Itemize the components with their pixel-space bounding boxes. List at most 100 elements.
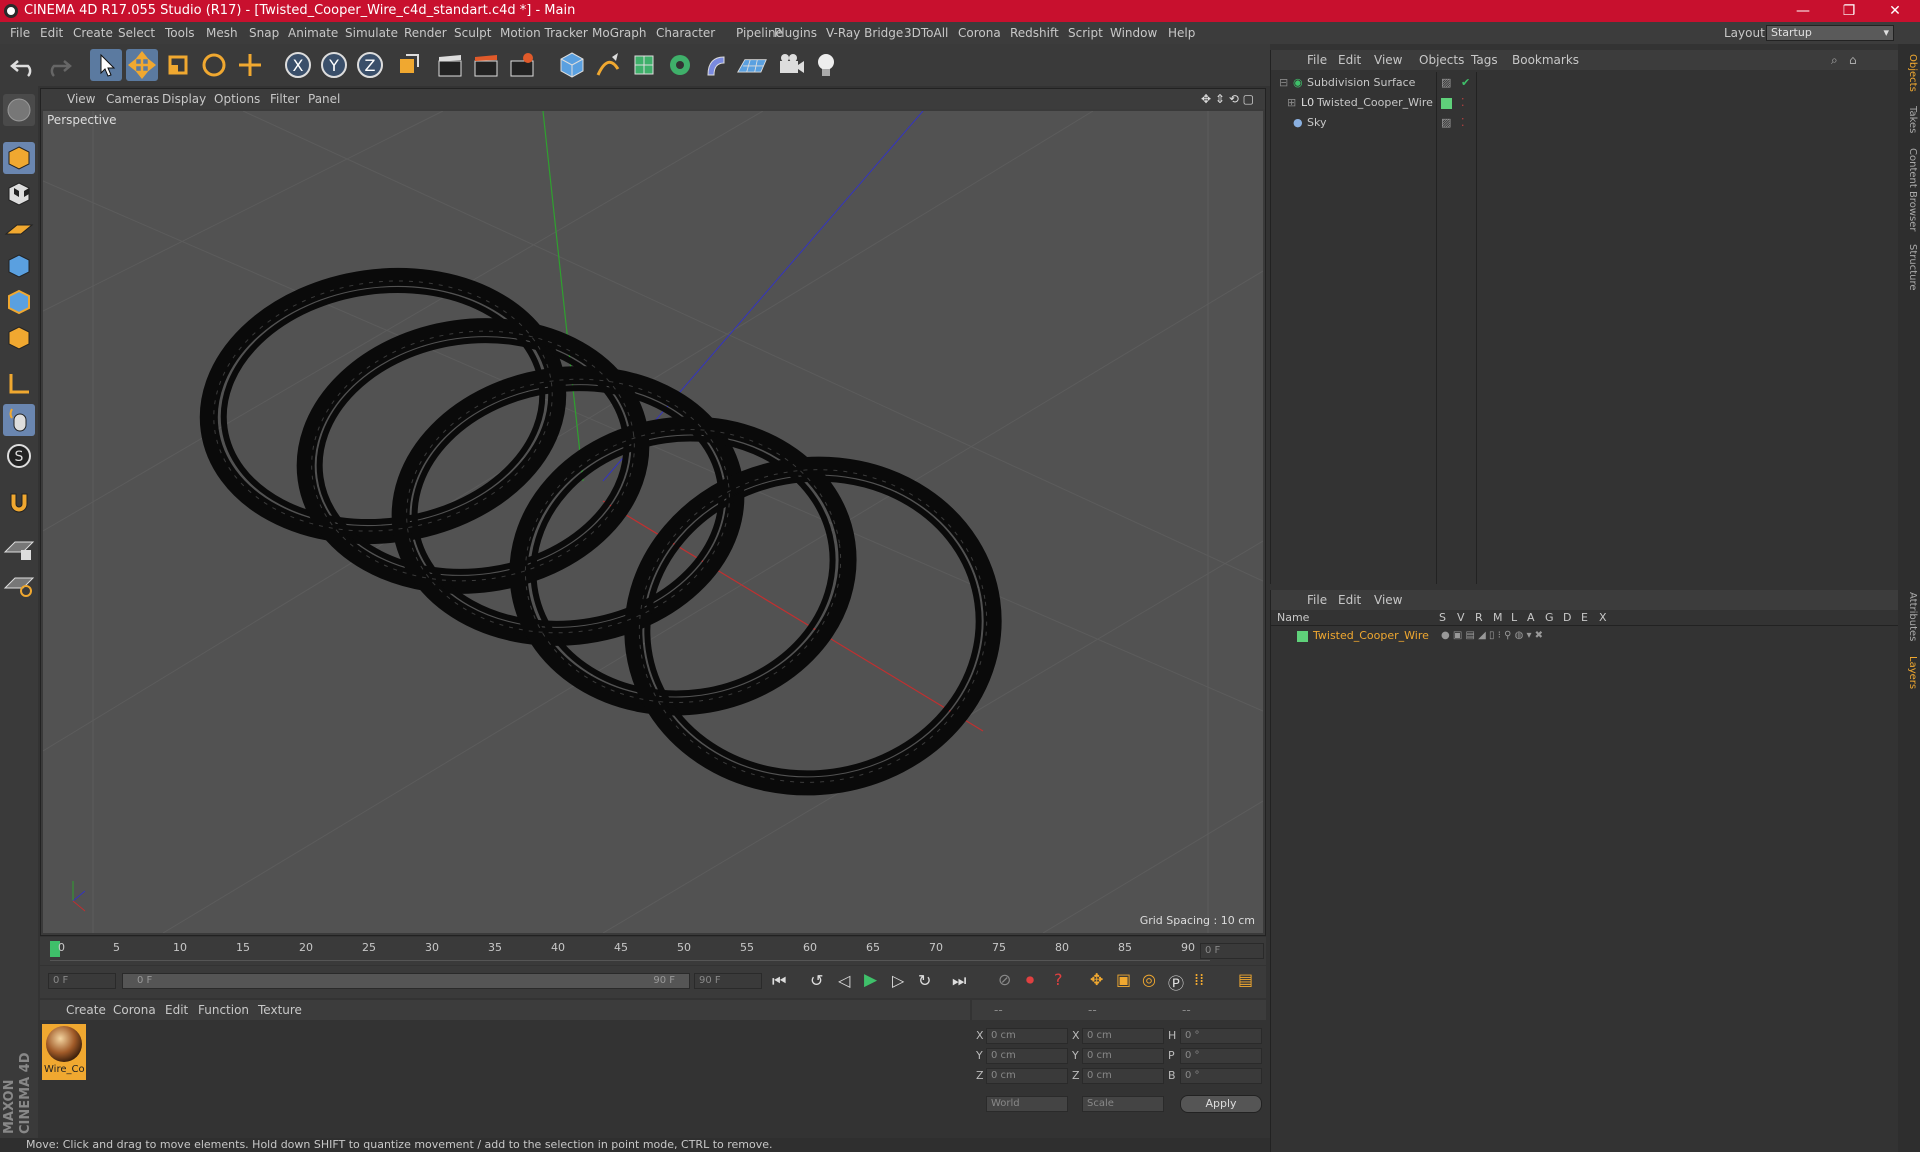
y-axis-button[interactable]: Y xyxy=(318,49,350,81)
position-x-field[interactable]: 0 cm xyxy=(986,1028,1068,1044)
snap-button[interactable] xyxy=(3,486,35,518)
rotation-b-field[interactable]: 0 ° xyxy=(1180,1068,1262,1084)
record-keys-icon[interactable]: ⊘ xyxy=(998,970,1011,989)
position-z-field[interactable]: 0 cm xyxy=(986,1068,1068,1084)
visibility-dots-icon[interactable]: ⁚ xyxy=(1461,94,1465,112)
side-tab-layers[interactable]: Layers xyxy=(1900,656,1918,689)
camera-button[interactable] xyxy=(776,49,808,81)
layout-dropdown[interactable]: Startup ▾ xyxy=(1766,25,1894,41)
pen-spline-button[interactable] xyxy=(592,49,624,81)
size-y-field[interactable]: 0 cm xyxy=(1082,1048,1164,1064)
rotation-h-field[interactable]: 0 ° xyxy=(1180,1028,1262,1044)
menu-window[interactable]: Window xyxy=(1110,22,1157,44)
timeline-window-icon[interactable]: ▤ xyxy=(1238,970,1253,989)
menu-render[interactable]: Render xyxy=(404,22,447,44)
menu-animate[interactable]: Animate xyxy=(288,22,338,44)
rotate-tool-button[interactable] xyxy=(198,49,230,81)
workplane-mode-button[interactable] xyxy=(3,214,35,246)
coordinate-mode-dropdown[interactable]: World xyxy=(986,1096,1068,1112)
size-mode-dropdown[interactable]: Scale xyxy=(1082,1096,1164,1112)
layer-color-swatch[interactable] xyxy=(1441,98,1452,109)
layer-menu-view[interactable]: View xyxy=(1374,590,1402,610)
go-to-start-icon[interactable]: ⏮ xyxy=(772,971,786,991)
expand-icon[interactable]: ⊞ xyxy=(1287,94,1296,112)
home-icon[interactable]: ⌂ xyxy=(1849,50,1857,70)
recent-tool-button[interactable] xyxy=(234,49,266,81)
next-key-icon[interactable]: ↻ xyxy=(918,971,931,990)
visibility-toggle-icon[interactable]: ▨ xyxy=(1441,114,1451,132)
collapse-icon[interactable]: ⊟ xyxy=(1279,74,1288,92)
timeline-track[interactable] xyxy=(50,941,1210,961)
cube-primitive-button[interactable] xyxy=(556,49,588,81)
obj-menu-view[interactable]: View xyxy=(1374,50,1402,70)
tweak-mode-button[interactable] xyxy=(3,404,35,436)
layer-color-swatch[interactable] xyxy=(1297,631,1308,642)
deformer-button[interactable] xyxy=(700,49,732,81)
floor-button[interactable] xyxy=(736,49,772,81)
menu-select[interactable]: Select xyxy=(118,22,155,44)
rotation-p-field[interactable]: 0 ° xyxy=(1180,1048,1262,1064)
vp-menu-options[interactable]: Options xyxy=(214,89,260,109)
menu-3dtoall[interactable]: 3DToAll xyxy=(904,22,948,44)
side-tab-content-browser[interactable]: Content Browser xyxy=(1900,148,1918,231)
x-axis-button[interactable]: X xyxy=(282,49,314,81)
timeline-ruler[interactable]: 0 5 10 15 20 25 30 35 40 45 50 55 60 65 … xyxy=(40,937,1266,965)
previous-key-icon[interactable]: ↺ xyxy=(810,971,823,990)
record-pla-icon[interactable]: ⁞⁞ xyxy=(1194,970,1204,989)
vp-menu-panel[interactable]: Panel xyxy=(308,89,340,109)
layer-flags-icon[interactable]: ● ▣ ▤ ◢ ▯ ⁝ ⚲ ◍ ▾ ✖ xyxy=(1441,628,1543,644)
move-tool-button[interactable] xyxy=(126,49,158,81)
vp-menu-cameras[interactable]: Cameras xyxy=(106,89,159,109)
object-row[interactable]: ⊞ L0 Twisted_Cooper_Wire ⁚ xyxy=(1271,94,1899,112)
apply-button[interactable]: Apply xyxy=(1180,1095,1262,1113)
model-mode-button[interactable] xyxy=(3,142,35,174)
side-tab-takes[interactable]: Takes xyxy=(1900,106,1918,133)
obj-menu-bookmarks[interactable]: Bookmarks xyxy=(1512,50,1579,70)
menu-tools[interactable]: Tools xyxy=(165,22,195,44)
menu-corona[interactable]: Corona xyxy=(958,22,1001,44)
workplane-lock-button[interactable] xyxy=(3,532,35,564)
menu-redshift[interactable]: Redshift xyxy=(1010,22,1059,44)
live-selection-button[interactable] xyxy=(90,49,122,81)
mat-menu-create[interactable]: Create xyxy=(66,1000,106,1020)
step-back-icon[interactable]: ◁ xyxy=(838,971,850,990)
current-frame-field[interactable]: 0 F xyxy=(1200,943,1264,959)
menu-motion-tracker[interactable]: Motion Tracker xyxy=(500,22,588,44)
step-forward-icon[interactable]: ▷ xyxy=(892,971,904,990)
menu-sculpt[interactable]: Sculpt xyxy=(454,22,491,44)
light-button[interactable] xyxy=(810,49,842,81)
menu-help[interactable]: Help xyxy=(1168,22,1195,44)
undo-button[interactable] xyxy=(8,49,40,81)
menu-snap[interactable]: Snap xyxy=(249,22,279,44)
render-view-button[interactable] xyxy=(434,49,466,81)
menu-create[interactable]: Create xyxy=(73,22,113,44)
menu-vray-bridge[interactable]: V-Ray Bridge xyxy=(826,22,903,44)
obj-menu-objects[interactable]: Objects xyxy=(1419,50,1464,70)
menu-script[interactable]: Script xyxy=(1068,22,1103,44)
solo-button[interactable]: S xyxy=(3,440,35,472)
search-icon[interactable]: ⌕ xyxy=(1831,50,1838,70)
3d-viewport-canvas[interactable]: Perspective Grid Spacing : 10 cm xyxy=(43,111,1263,933)
points-mode-button[interactable] xyxy=(3,250,35,282)
record-rotation-icon[interactable]: ◎ xyxy=(1142,970,1156,989)
redo-button[interactable] xyxy=(42,49,74,81)
go-to-end-icon[interactable]: ⏭ xyxy=(952,971,966,991)
visibility-toggle-icon[interactable]: ▨ xyxy=(1441,74,1451,92)
object-row[interactable]: ● Sky ▨ ⁚ xyxy=(1271,114,1899,132)
scale-tool-button[interactable] xyxy=(162,49,194,81)
maximize-button[interactable]: ❐ xyxy=(1826,0,1872,22)
keyframe-selection-icon[interactable]: ? xyxy=(1054,970,1063,989)
polygons-mode-button[interactable] xyxy=(3,322,35,354)
cloner-button[interactable] xyxy=(664,49,696,81)
position-y-field[interactable]: 0 cm xyxy=(986,1048,1068,1064)
viewport-navigation-icon[interactable]: ✥ ⇕ ⟲ ▢ xyxy=(1201,89,1254,109)
make-editable-button[interactable] xyxy=(3,94,35,126)
start-frame-field[interactable]: 0 F xyxy=(48,973,116,989)
layer-menu-edit[interactable]: Edit xyxy=(1338,590,1361,610)
record-position-icon[interactable]: ✥ xyxy=(1090,970,1103,989)
menu-character[interactable]: Character xyxy=(656,22,715,44)
side-tab-objects[interactable]: Objects xyxy=(1900,54,1918,92)
record-scale-icon[interactable]: ▣ xyxy=(1116,970,1131,989)
record-parameter-icon[interactable]: Ⓟ xyxy=(1168,970,1184,994)
menu-mograph[interactable]: MoGraph xyxy=(592,22,647,44)
